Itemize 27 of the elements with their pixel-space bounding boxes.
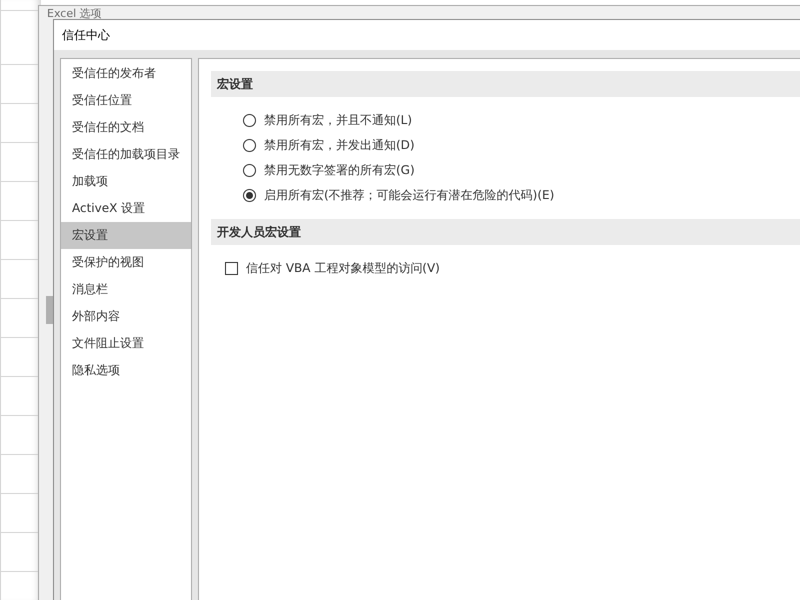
option-label: 信任对 VBA 工程对象模型的访问(V) <box>246 260 440 277</box>
sidebar-item[interactable]: 隐私选项 <box>61 357 191 384</box>
sidebar-item[interactable]: 加载项 <box>61 168 191 195</box>
section-header: 宏设置 <box>211 71 800 97</box>
radio-button[interactable] <box>243 139 256 152</box>
sidebar-item[interactable]: 宏设置 <box>61 222 191 249</box>
window-title: 信任中心 <box>62 26 110 44</box>
option-label: 禁用所有宏，并发出通知(D) <box>264 137 415 154</box>
sidebar-item[interactable]: 受信任的加载项目录 <box>61 141 191 168</box>
radio-button[interactable] <box>243 114 256 127</box>
radio-button[interactable] <box>243 164 256 177</box>
sidebar-item[interactable]: 外部内容 <box>61 303 191 330</box>
option-label: 禁用所有宏，并且不通知(L) <box>264 112 412 129</box>
sidebar-item[interactable]: 受信任位置 <box>61 87 191 114</box>
sidebar-item[interactable]: 消息栏 <box>61 276 191 303</box>
sidebar-item[interactable]: 受信任的文档 <box>61 114 191 141</box>
sidebar-item[interactable]: 文件阻止设置 <box>61 330 191 357</box>
scrollbar-thumb[interactable] <box>46 296 53 324</box>
option-label: 禁用无数字签署的所有宏(G) <box>264 162 415 179</box>
window-title: Excel 选项 <box>47 7 102 20</box>
sidebar-item[interactable]: 受保护的视图 <box>61 249 191 276</box>
option-label: 启用所有宏(不推荐；可能会运行有潜在危险的代码)(E) <box>264 187 554 204</box>
sidebar-item[interactable]: 受信任的发布者 <box>61 60 191 87</box>
section-header: 开发人员宏设置 <box>211 219 800 245</box>
radio-button[interactable] <box>243 189 256 202</box>
checkbox[interactable] <box>225 262 238 275</box>
sidebar-item[interactable]: ActiveX 设置 <box>61 195 191 222</box>
